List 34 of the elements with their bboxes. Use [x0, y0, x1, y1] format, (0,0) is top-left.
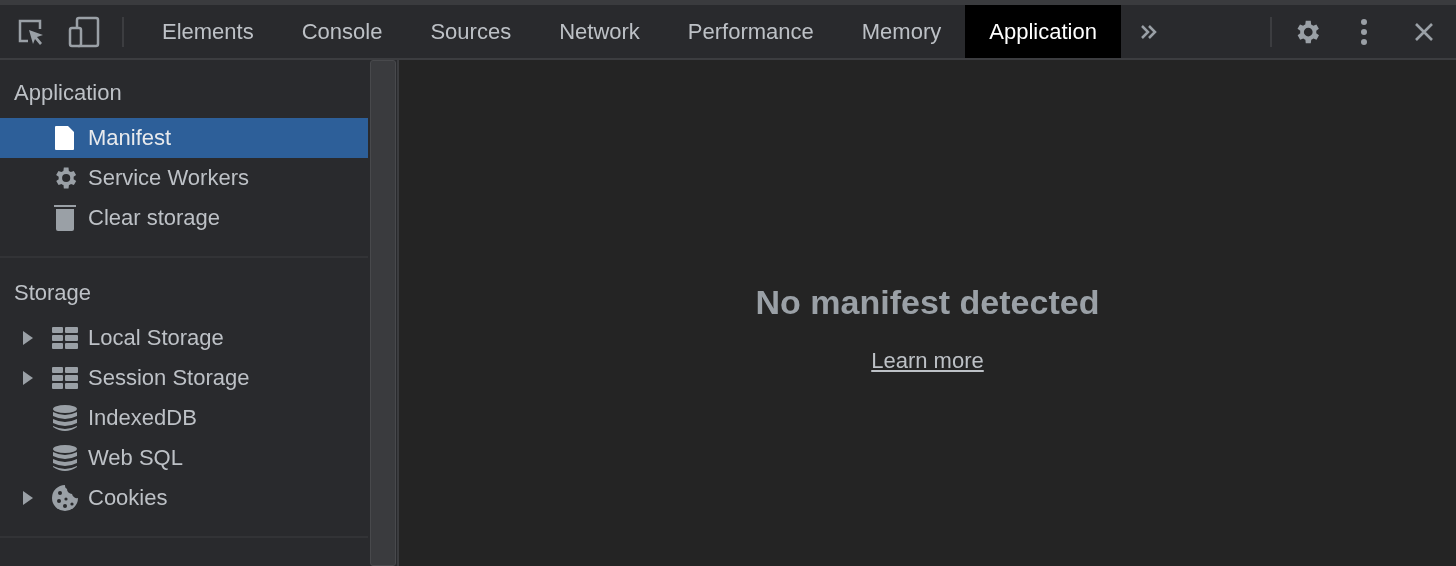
sidebar-item[interactable]: Service Workers — [0, 158, 368, 198]
section-title: Application — [13, 80, 123, 107]
more-tabs-icon[interactable] — [1138, 22, 1159, 41]
panel-tab[interactable]: Memory — [837, 5, 966, 58]
sidebar-item[interactable]: Cookies — [0, 478, 368, 518]
sidebar-item[interactable]: Clear storage — [0, 198, 368, 238]
panel-tab[interactable]: Performance — [663, 5, 838, 58]
empty-state-message: No manifest detected — [755, 282, 1100, 322]
sidebar-item[interactable]: Session Storage — [0, 358, 368, 398]
database-icon — [53, 445, 77, 471]
trash-icon — [53, 204, 77, 232]
section-title: Storage — [13, 280, 93, 307]
close-icon[interactable] — [1414, 21, 1434, 42]
expand-arrow-icon[interactable] — [22, 370, 34, 386]
sidebar-item[interactable]: Web SQL — [0, 438, 368, 478]
learn-more-link[interactable]: Learn more — [871, 347, 984, 374]
table-icon — [52, 367, 78, 389]
panel-tab[interactable]: Elements — [138, 5, 278, 58]
cookie-icon — [51, 484, 79, 512]
database-icon — [53, 405, 77, 431]
expand-arrow-icon[interactable] — [22, 330, 34, 346]
more-options-icon[interactable] — [1360, 17, 1368, 46]
device-toolbar-icon[interactable] — [68, 15, 100, 48]
panel-tab[interactable]: Console — [277, 5, 407, 58]
panel-tab[interactable]: Network — [535, 5, 664, 58]
file-icon — [54, 125, 76, 151]
expand-arrow-icon[interactable] — [22, 490, 34, 506]
sidebar-item[interactable]: Local Storage — [0, 318, 368, 358]
table-icon — [52, 327, 78, 349]
scrollbar[interactable] — [370, 60, 396, 566]
panel-tab[interactable]: Application — [965, 5, 1121, 58]
sidebar-item[interactable]: IndexedDB — [0, 398, 368, 438]
panel-tab[interactable]: Sources — [406, 5, 536, 58]
sidebar-item[interactable]: Manifest — [0, 118, 368, 158]
